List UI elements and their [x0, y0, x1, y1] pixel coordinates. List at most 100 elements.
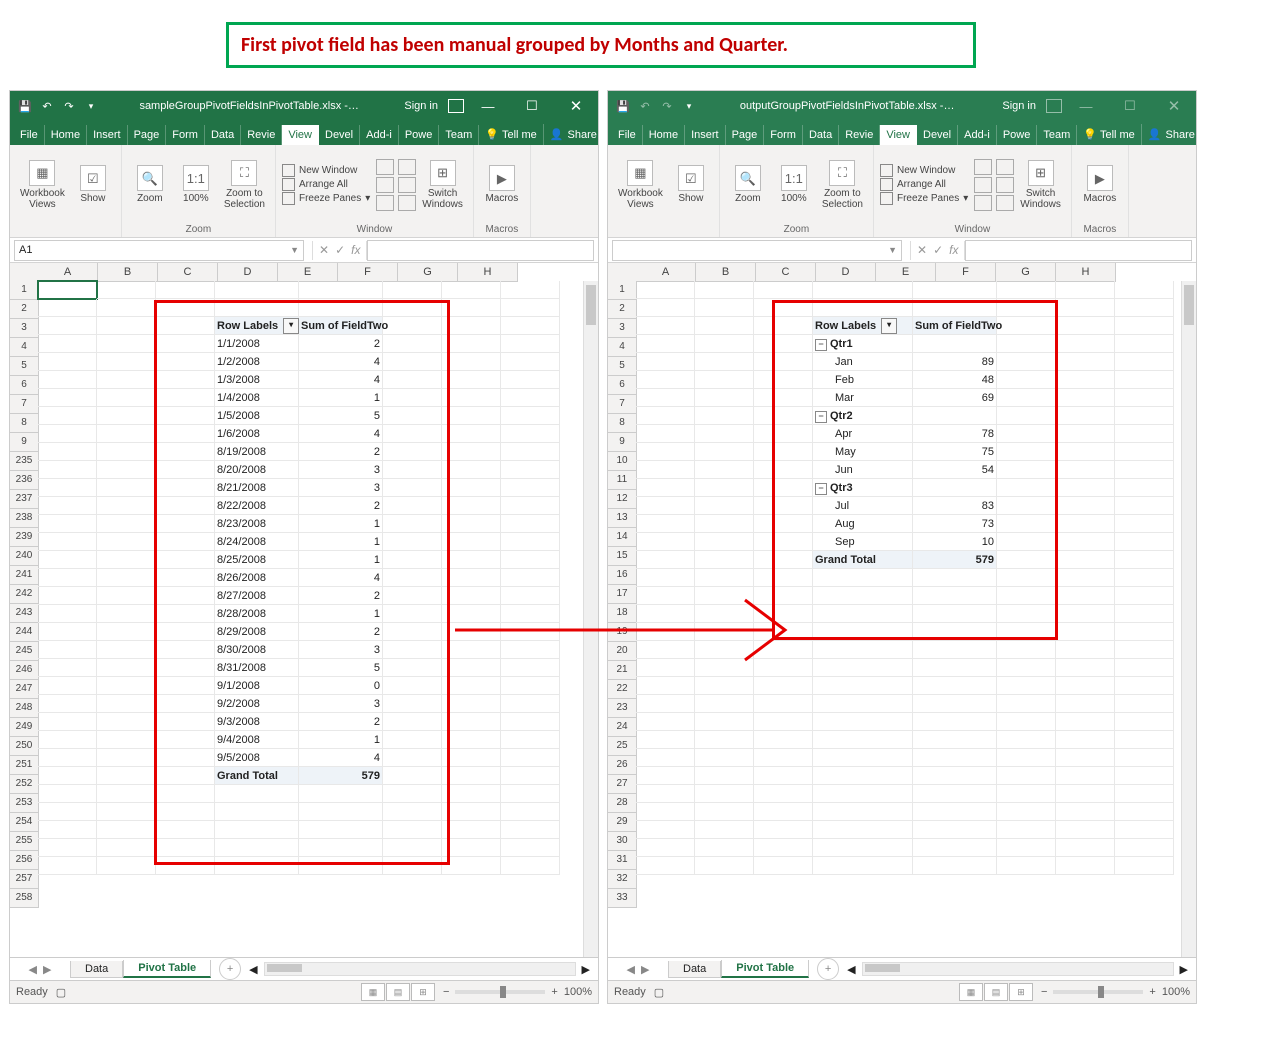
unhide-icon[interactable] [376, 195, 394, 211]
tab-page[interactable]: Page [726, 125, 765, 145]
tab-team[interactable]: Team [1037, 125, 1077, 145]
tab-developer[interactable]: Devel [917, 125, 958, 145]
workbook-views-button[interactable]: ▦Workbook Views [16, 158, 69, 212]
fx-icon[interactable]: fx [351, 243, 360, 257]
formula-input[interactable] [367, 240, 594, 261]
save-icon[interactable]: 💾 [16, 97, 34, 115]
maximize-button[interactable]: ☐ [512, 91, 552, 121]
row-headers[interactable]: 1234567891011121314151617181920212223242… [608, 281, 637, 908]
macros-button[interactable]: ▶Macros [1078, 163, 1122, 206]
show-button[interactable]: ☑Show [71, 163, 115, 206]
prev-sheet-icon[interactable]: ◀ [29, 963, 37, 976]
normal-view-icon[interactable]: ▦ [361, 983, 385, 1001]
tab-home[interactable]: Home [643, 125, 685, 145]
sheet-tab-data[interactable]: Data [70, 961, 123, 978]
qat-more-icon[interactable]: ▾ [680, 97, 698, 115]
filter-icon[interactable]: ▾ [881, 318, 897, 334]
hscroll-left-icon[interactable]: ◀ [249, 963, 257, 976]
vertical-scrollbar[interactable] [1181, 281, 1196, 957]
zoom-out-icon[interactable]: − [443, 986, 449, 998]
zoom-out-icon[interactable]: − [1041, 986, 1047, 998]
macros-button[interactable]: ▶Macros [480, 163, 524, 206]
tab-addins[interactable]: Add-i [360, 125, 399, 145]
chevron-down-icon[interactable]: ▼ [888, 245, 897, 255]
sheet-tab-pivot[interactable]: Pivot Table [123, 960, 211, 978]
sign-in-link[interactable]: Sign in [398, 100, 444, 112]
unhide-icon[interactable] [974, 195, 992, 211]
hscroll-right-icon[interactable]: ▶ [582, 963, 590, 976]
arrange-all-button[interactable]: Arrange All [282, 178, 348, 191]
horizontal-scrollbar[interactable] [862, 962, 1174, 976]
sheet-tab-pivot[interactable]: Pivot Table [721, 960, 809, 978]
undo-icon[interactable]: ↶ [636, 97, 654, 115]
tab-file[interactable]: File [14, 125, 45, 145]
next-sheet-icon[interactable]: ▶ [43, 963, 51, 976]
tab-developer[interactable]: Devel [319, 125, 360, 145]
macro-record-icon[interactable]: ▢ [56, 986, 66, 999]
zoom-selection-button[interactable]: ⛶Zoom to Selection [220, 158, 269, 212]
redo-icon[interactable]: ↷ [658, 97, 676, 115]
tab-insert[interactable]: Insert [685, 125, 726, 145]
tab-power[interactable]: Powe [997, 125, 1038, 145]
zoom-button[interactable]: 🔍Zoom [726, 163, 770, 206]
page-break-icon[interactable]: ⊞ [411, 983, 435, 1001]
column-headers[interactable]: ABCDEFGH [636, 263, 1116, 282]
tab-formulas[interactable]: Form [166, 125, 205, 145]
show-button[interactable]: ☑Show [669, 163, 713, 206]
close-button[interactable]: ✕ [556, 91, 596, 121]
new-window-button[interactable]: New Window [880, 164, 955, 177]
tab-review[interactable]: Revie [839, 125, 880, 145]
close-button[interactable]: ✕ [1154, 91, 1194, 121]
tab-insert[interactable]: Insert [87, 125, 128, 145]
tab-data[interactable]: Data [803, 125, 839, 145]
row-headers[interactable]: 1234567892352362372382392402412422432442… [10, 281, 39, 908]
enter-fx-icon[interactable]: ✓ [933, 243, 943, 257]
new-window-button[interactable]: New Window [282, 164, 357, 177]
maximize-button[interactable]: ☐ [1110, 91, 1150, 121]
cancel-fx-icon[interactable]: ✕ [319, 243, 329, 257]
zoom-in-icon[interactable]: + [551, 986, 557, 998]
hscroll-right-icon[interactable]: ▶ [1180, 963, 1188, 976]
normal-view-icon[interactable]: ▦ [959, 983, 983, 1001]
zoom-selection-button[interactable]: ⛶Zoom to Selection [818, 158, 867, 212]
formula-input[interactable] [965, 240, 1192, 261]
zoom-slider[interactable] [455, 990, 545, 994]
workbook-views-button[interactable]: ▦Workbook Views [614, 158, 667, 212]
sheet-grid[interactable]: ABCDEFGH 1234567892352362372382392402412… [10, 263, 598, 957]
minimize-button[interactable]: — [1066, 91, 1106, 121]
switch-windows-button[interactable]: ⊞Switch Windows [418, 158, 467, 212]
zoom-100-button[interactable]: 1:1100% [174, 163, 218, 206]
tab-view[interactable]: View [282, 125, 319, 145]
tab-addins[interactable]: Add-i [958, 125, 997, 145]
ribbon-display-icon[interactable] [1046, 99, 1062, 113]
vertical-scrollbar[interactable] [583, 281, 598, 957]
select-all-corner[interactable] [608, 263, 637, 282]
save-icon[interactable]: 💾 [614, 97, 632, 115]
tab-team[interactable]: Team [439, 125, 479, 145]
zoom-button[interactable]: 🔍Zoom [128, 163, 172, 206]
name-box[interactable]: ▼ [612, 240, 902, 261]
qat-more-icon[interactable]: ▾ [82, 97, 100, 115]
sync-scroll-icon[interactable] [996, 177, 1014, 193]
hide-icon[interactable] [376, 177, 394, 193]
tab-power[interactable]: Powe [399, 125, 440, 145]
split-icon[interactable] [376, 159, 394, 175]
prev-sheet-icon[interactable]: ◀ [627, 963, 635, 976]
zoom-percent[interactable]: 100% [564, 986, 592, 998]
filter-icon[interactable]: ▾ [283, 318, 299, 334]
tab-file[interactable]: File [612, 125, 643, 145]
hscroll-left-icon[interactable]: ◀ [847, 963, 855, 976]
next-sheet-icon[interactable]: ▶ [641, 963, 649, 976]
select-all-corner[interactable] [10, 263, 39, 282]
enter-fx-icon[interactable]: ✓ [335, 243, 345, 257]
share-button[interactable]: 👤 Share [1142, 124, 1205, 145]
name-box[interactable]: A1▼ [14, 240, 304, 261]
tab-data[interactable]: Data [205, 125, 241, 145]
reset-pos-icon[interactable] [398, 195, 416, 211]
collapse-icon[interactable]: − [815, 339, 827, 351]
tell-me[interactable]: 💡 Tell me [479, 124, 544, 145]
zoom-percent[interactable]: 100% [1162, 986, 1190, 998]
tab-view[interactable]: View [880, 125, 917, 145]
column-headers[interactable]: ABCDEFGH [38, 263, 518, 282]
cancel-fx-icon[interactable]: ✕ [917, 243, 927, 257]
